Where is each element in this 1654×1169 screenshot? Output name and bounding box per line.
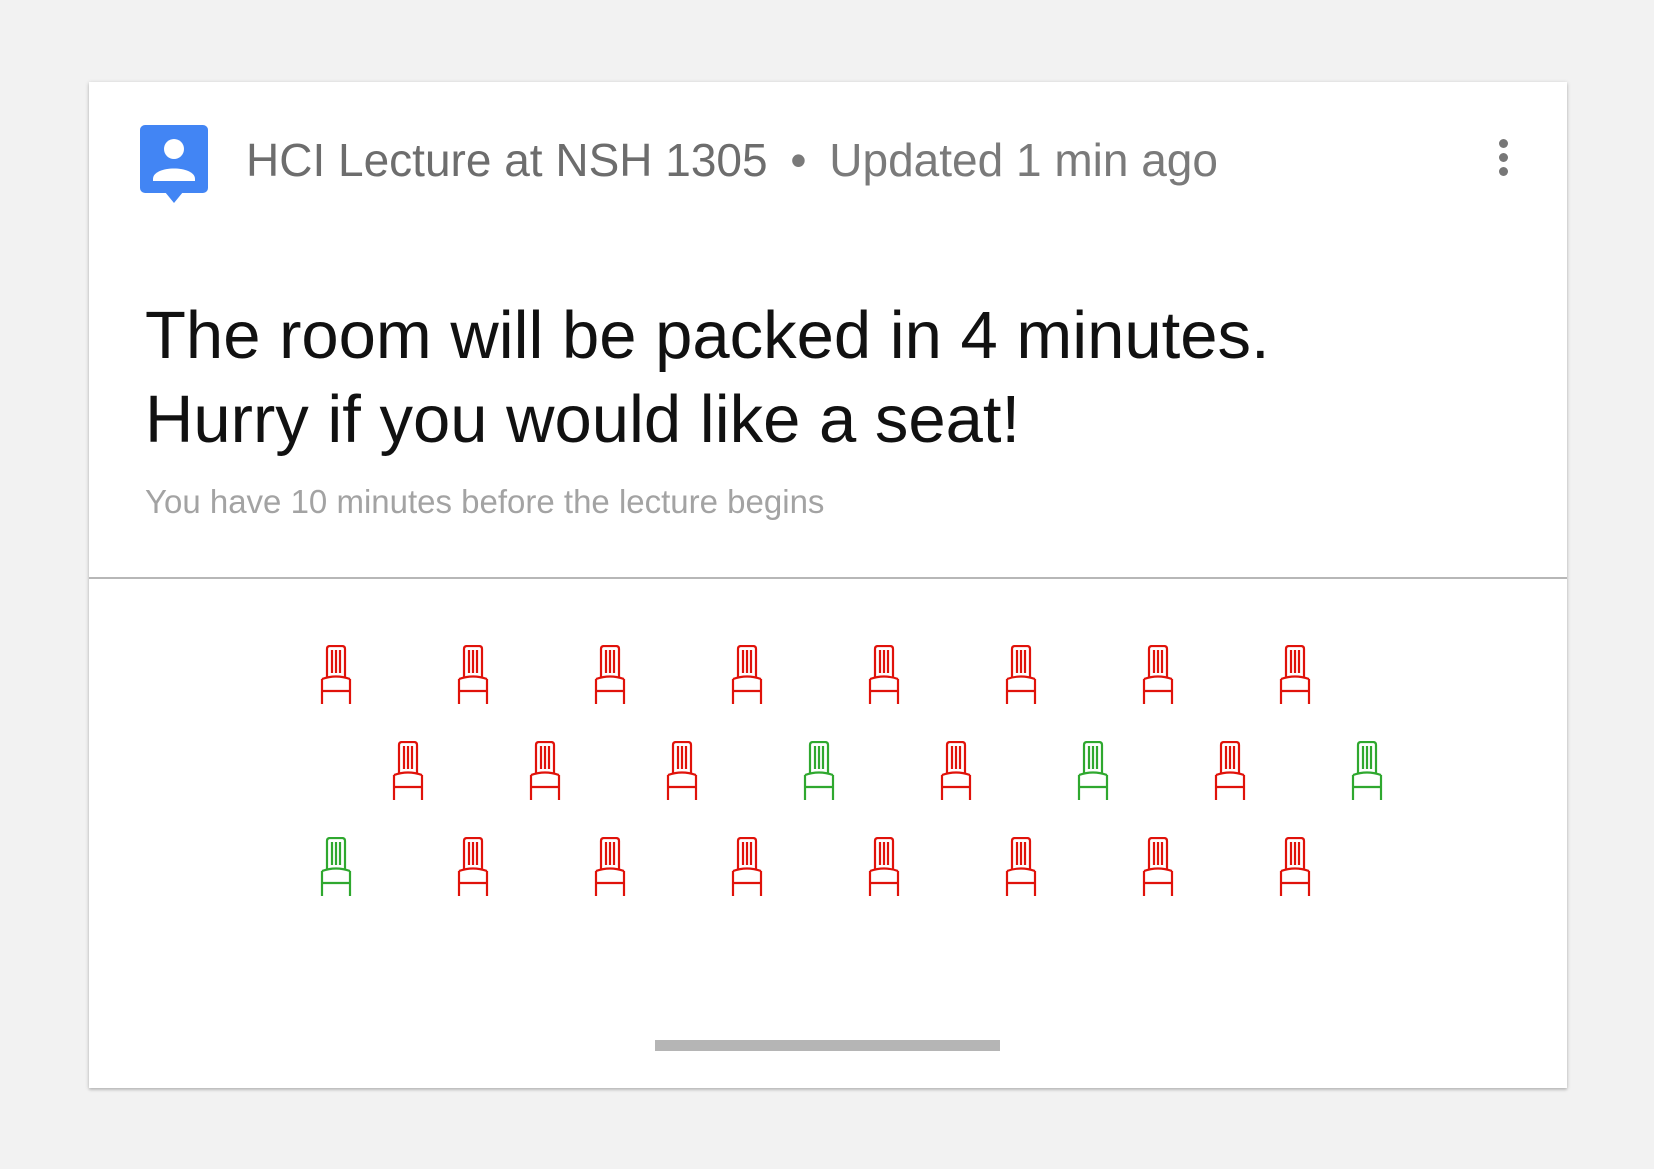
event-title: HCI Lecture at NSH 1305 bbox=[246, 134, 768, 186]
person-pin-icon bbox=[140, 125, 208, 203]
seat-occupied bbox=[868, 837, 900, 896]
subtext: You have 10 minutes before the lecture b… bbox=[145, 483, 825, 520]
notification-card[interactable]: HCI Lecture at NSH 1305 • Updated 1 min … bbox=[89, 82, 1567, 1088]
header-separator: • bbox=[790, 134, 807, 186]
seat-available bbox=[1077, 741, 1109, 800]
seat-available bbox=[803, 741, 835, 800]
seat-occupied bbox=[1214, 741, 1246, 800]
seat-occupied bbox=[594, 645, 626, 704]
seat-occupied bbox=[1279, 645, 1311, 704]
menu-dot bbox=[1498, 153, 1508, 162]
seat-occupied bbox=[392, 741, 424, 800]
seat-occupied bbox=[457, 645, 489, 704]
seat-occupied bbox=[1142, 837, 1174, 896]
seat-occupied bbox=[594, 837, 626, 896]
header-text: HCI Lecture at NSH 1305 • Updated 1 min … bbox=[246, 130, 1218, 190]
seat-occupied bbox=[1005, 645, 1037, 704]
seat-available bbox=[320, 837, 352, 896]
seat-occupied bbox=[666, 741, 698, 800]
headline-line-2: Hurry if you would like a seat! bbox=[145, 382, 1021, 457]
drag-handle[interactable] bbox=[655, 1040, 1000, 1051]
seat-map bbox=[89, 579, 1567, 999]
seat-available bbox=[1351, 741, 1383, 800]
seat-occupied bbox=[1279, 837, 1311, 896]
more-vert-icon[interactable] bbox=[1483, 134, 1523, 184]
seat-occupied bbox=[457, 837, 489, 896]
menu-dot bbox=[1498, 167, 1508, 176]
menu-dot bbox=[1498, 139, 1508, 148]
headline: The room will be packed in 4 minutes. Hu… bbox=[145, 294, 1505, 462]
seat-occupied bbox=[1005, 837, 1037, 896]
seat-occupied bbox=[731, 645, 763, 704]
updated-timestamp: Updated 1 min ago bbox=[829, 134, 1218, 186]
seat-occupied bbox=[731, 837, 763, 896]
seat-occupied bbox=[868, 645, 900, 704]
seat-occupied bbox=[940, 741, 972, 800]
card-header: HCI Lecture at NSH 1305 • Updated 1 min … bbox=[89, 82, 1567, 232]
seat-occupied bbox=[529, 741, 561, 800]
seat-occupied bbox=[1142, 645, 1174, 704]
headline-line-1: The room will be packed in 4 minutes. bbox=[145, 298, 1270, 373]
seat-occupied bbox=[320, 645, 352, 704]
